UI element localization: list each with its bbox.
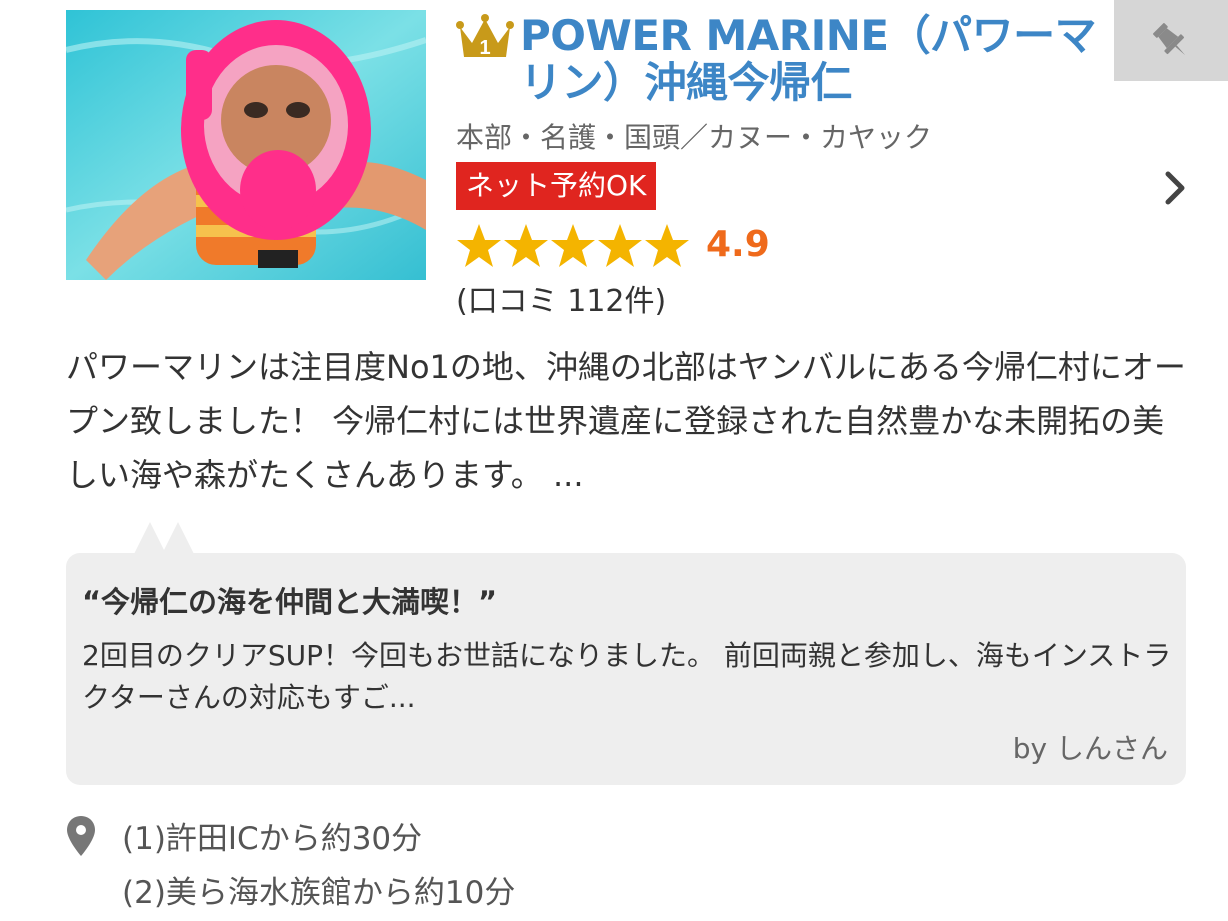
- review-count-link[interactable]: (口コミ 112件): [456, 276, 666, 320]
- pin-button[interactable]: [1114, 0, 1228, 81]
- rating-score: 4.9: [706, 224, 770, 265]
- star-icon: [551, 224, 595, 267]
- chevron-right-icon[interactable]: [1160, 168, 1190, 208]
- access-info: (1)許田ICから約30分 (2)美ら海水族館から約10分: [122, 812, 515, 920]
- map-pin-icon: [67, 816, 95, 856]
- listing-description: パワーマリンは注目度No1の地、沖縄の北部はヤンバルにある今帰仁村にオープン致し…: [66, 348, 1186, 494]
- star-icon: [598, 224, 642, 267]
- featured-review[interactable]: “今帰仁の海を仲間と大満喫！” 2回目のクリアSUP！今回もお世話になりました。…: [66, 553, 1186, 785]
- star-icon: [504, 224, 548, 267]
- review-author: by しんさん: [1012, 732, 1168, 765]
- access-line: (2)美ら海水族館から約10分: [122, 875, 516, 911]
- access-line: (1)許田ICから約30分: [122, 821, 423, 857]
- listing-thumbnail[interactable]: [66, 10, 426, 280]
- listing-category: 本部・名護・国頭／カヌー・カヤック: [456, 121, 933, 154]
- snorkel-photo: [66, 10, 426, 280]
- bubble-tail: [134, 522, 194, 554]
- rank-number: 1: [479, 37, 490, 59]
- star-icon: [457, 224, 501, 267]
- online-booking-badge: ネット予約OK: [456, 162, 657, 210]
- review-excerpt: 2回目のクリアSUP！今回もお世話になりました。 前回両親と参加し、海もインスト…: [82, 639, 1172, 714]
- review-title: “今帰仁の海を仲間と大満喫！”: [82, 585, 498, 619]
- star-icon: [645, 224, 689, 267]
- crown-icon: 1: [456, 14, 514, 59]
- pushpin-icon: [1153, 22, 1186, 55]
- listing-title[interactable]: POWER MARINE（パワーマリン）沖縄今帰仁: [520, 12, 1110, 106]
- rating-stars: [456, 222, 690, 270]
